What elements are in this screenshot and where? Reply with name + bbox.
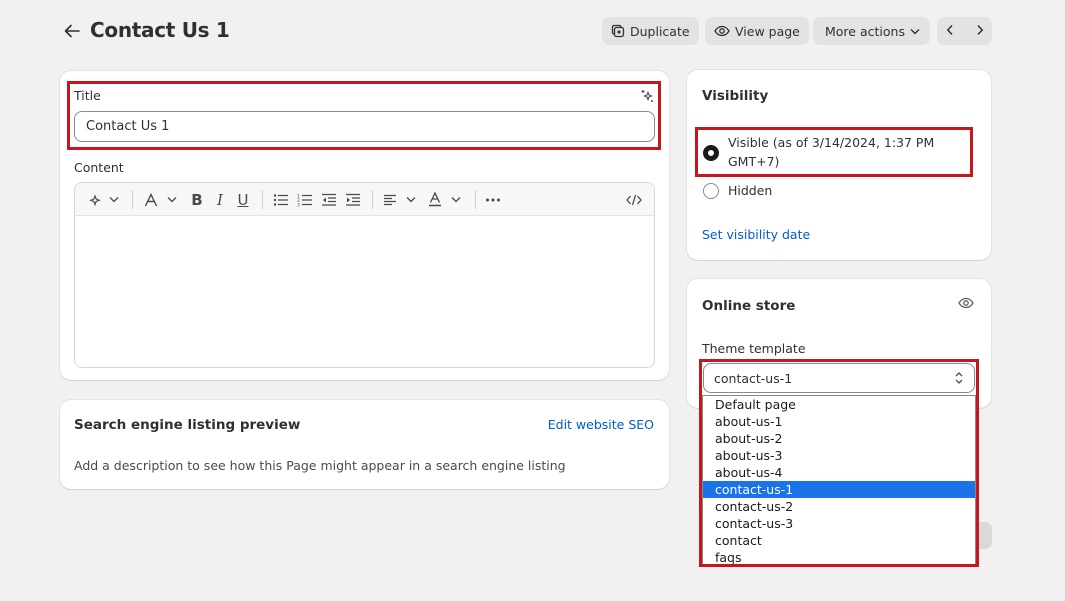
duplicate-button[interactable]: Duplicate: [602, 17, 699, 45]
toolbar-divider: [132, 190, 133, 209]
text-color-icon[interactable]: [427, 189, 443, 210]
toolbar-divider: [372, 190, 373, 209]
eye-icon: [714, 25, 730, 37]
text-style-icon[interactable]: [143, 189, 159, 210]
theme-template-select[interactable]: contact-us-1: [703, 363, 975, 393]
seo-preview-card: Search engine listing preview Edit websi…: [60, 400, 669, 489]
option-about-us-4[interactable]: about-us-4: [703, 464, 975, 481]
chevron-down-icon[interactable]: [166, 189, 178, 210]
save-button[interactable]: [974, 522, 992, 549]
rich-text-editor: B I U 123: [74, 182, 655, 368]
bold-icon[interactable]: B: [189, 189, 205, 210]
option-contact-us-3[interactable]: contact-us-3: [703, 515, 975, 532]
option-about-us-3[interactable]: about-us-3: [703, 447, 975, 464]
visible-radio[interactable]: [703, 145, 719, 161]
seo-heading: Search engine listing preview: [74, 417, 301, 433]
page-title: Contact Us 1: [90, 18, 230, 42]
italic-icon[interactable]: I: [212, 189, 228, 210]
content-label: Content: [74, 160, 124, 175]
svg-text:3: 3: [297, 202, 300, 207]
chevron-down-icon[interactable]: [450, 189, 462, 210]
seo-description: Add a description to see how this Page m…: [74, 458, 566, 473]
title-input[interactable]: Contact Us 1: [74, 111, 655, 142]
back-arrow-icon[interactable]: [60, 20, 84, 42]
outdent-icon[interactable]: [320, 189, 338, 210]
chevron-down-icon: [910, 28, 920, 34]
chevron-down-icon[interactable]: [405, 189, 417, 210]
option-default-page[interactable]: Default page: [703, 396, 975, 413]
set-visibility-date-link[interactable]: Set visibility date: [702, 227, 810, 242]
option-about-us-1[interactable]: about-us-1: [703, 413, 975, 430]
theme-template-label: Theme template: [702, 341, 806, 356]
previous-icon[interactable]: [946, 24, 954, 39]
magic-sparkle-icon[interactable]: [87, 189, 103, 210]
option-about-us-2[interactable]: about-us-2: [703, 430, 975, 447]
duplicate-label: Duplicate: [630, 23, 690, 39]
numbered-list-icon[interactable]: 123: [296, 189, 314, 210]
hidden-radio[interactable]: [703, 183, 719, 199]
align-left-icon[interactable]: [382, 189, 398, 210]
record-navigation: [937, 17, 992, 45]
bullet-list-icon[interactable]: [272, 189, 290, 210]
underline-icon[interactable]: U: [235, 189, 251, 210]
edit-seo-link[interactable]: Edit website SEO: [548, 417, 654, 432]
chevron-down-icon[interactable]: [108, 189, 120, 210]
view-page-button[interactable]: View page: [705, 17, 809, 45]
online-store-heading: Online store: [702, 298, 796, 314]
theme-template-dropdown: Default page about-us-1 about-us-2 about…: [702, 395, 976, 565]
option-contact-us-2[interactable]: contact-us-2: [703, 498, 975, 515]
option-faqs[interactable]: faqs: [703, 549, 975, 564]
hidden-radio-label: Hidden: [728, 183, 773, 198]
next-icon[interactable]: [976, 24, 984, 39]
magic-sparkle-icon[interactable]: [640, 89, 654, 107]
code-view-icon[interactable]: [625, 189, 643, 210]
more-actions-button[interactable]: More actions: [813, 17, 930, 45]
visibility-card: Visibility Visible (as of 3/14/2024, 1:3…: [687, 70, 991, 260]
duplicate-icon: [611, 24, 625, 38]
editor-toolbar: B I U 123: [75, 183, 654, 216]
view-page-label: View page: [735, 23, 800, 39]
indent-icon[interactable]: [344, 189, 362, 210]
visibility-heading: Visibility: [702, 88, 769, 104]
option-contact-us-1[interactable]: contact-us-1: [703, 481, 975, 498]
more-options-icon[interactable]: [484, 189, 502, 210]
page-content-card: Title Contact Us 1 Content B I U 123: [60, 71, 669, 380]
page-header: Contact Us 1 Duplicate View page More ac…: [60, 14, 992, 48]
more-actions-label: More actions: [825, 23, 905, 39]
eye-icon[interactable]: [958, 297, 974, 313]
editor-content-area[interactable]: [75, 217, 654, 367]
select-chevron-icon: [954, 370, 964, 389]
theme-template-value: contact-us-1: [714, 370, 793, 386]
option-contact[interactable]: contact: [703, 532, 975, 549]
title-label: Title: [74, 88, 101, 103]
toolbar-divider: [262, 190, 263, 209]
toolbar-divider: [475, 190, 476, 209]
visible-radio-label: Visible (as of 3/14/2024, 1:37 PM GMT+7): [728, 135, 935, 169]
